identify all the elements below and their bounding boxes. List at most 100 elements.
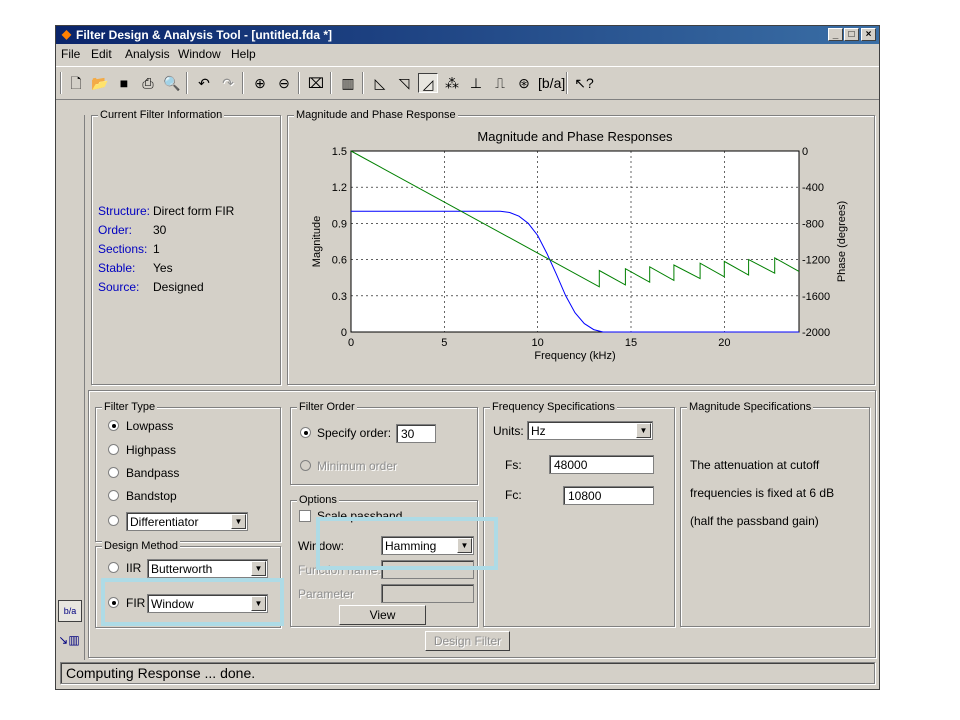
chevron-down-icon[interactable]: ▼ bbox=[457, 538, 472, 553]
fs-label: Fs: bbox=[505, 458, 522, 472]
toolbar-separator bbox=[362, 72, 364, 94]
matlab-icon: ◆ bbox=[61, 27, 72, 41]
y-tick-label: 1.2 bbox=[332, 182, 347, 194]
x-tick-label: 15 bbox=[625, 337, 637, 349]
title-bar[interactable]: ◆ Filter Design & Analysis Tool - [untit… bbox=[56, 26, 879, 44]
print-preview-icon[interactable]: 🔍 bbox=[162, 73, 182, 93]
chevron-down-icon[interactable]: ▼ bbox=[251, 561, 266, 576]
minimum-order-radio[interactable] bbox=[300, 460, 311, 471]
view-window-button[interactable]: View bbox=[339, 605, 426, 625]
window-title: Filter Design & Analysis Tool - [untitle… bbox=[76, 28, 333, 42]
fs-field[interactable]: 48000 bbox=[549, 455, 654, 474]
toolbar-separator bbox=[566, 72, 568, 94]
bandpass-label[interactable]: Bandpass bbox=[126, 466, 179, 480]
design-filter-button[interactable]: Design Filter bbox=[425, 631, 510, 651]
redo-icon[interactable]: ↷ bbox=[218, 73, 238, 93]
filter-order-group: Filter Order bbox=[290, 400, 478, 485]
lowpass-radio[interactable] bbox=[108, 420, 119, 431]
magnitude-phase-icon[interactable]: ◿ bbox=[418, 73, 438, 93]
open-icon[interactable]: 📂 bbox=[90, 73, 110, 93]
scale-passband-label[interactable]: Scale passband bbox=[317, 509, 402, 523]
mag-specs-text-3: (half the passband gain) bbox=[690, 514, 819, 528]
x-tick-label: 5 bbox=[441, 337, 447, 349]
fc-field[interactable]: 10800 bbox=[563, 486, 654, 505]
chevron-down-icon[interactable]: ▼ bbox=[231, 514, 246, 529]
fir-method-select[interactable]: Window ▼ bbox=[147, 594, 268, 613]
frequency-specs-group: Frequency Specifications bbox=[483, 400, 675, 627]
specify-order-radio[interactable] bbox=[300, 427, 311, 438]
other-type-radio[interactable] bbox=[108, 515, 119, 526]
window-value: Hamming bbox=[385, 539, 437, 553]
mag-specs-text-1: The attenuation at cutoff bbox=[690, 458, 820, 472]
highpass-label[interactable]: Highpass bbox=[126, 443, 176, 457]
chevron-down-icon[interactable]: ▼ bbox=[636, 423, 651, 438]
filter-specs-icon[interactable]: ▥ bbox=[338, 73, 358, 93]
y-tick-label: 0 bbox=[341, 327, 347, 339]
menu-bar: File Edit Analysis Window Help bbox=[56, 45, 879, 64]
stable-value: Yes bbox=[153, 261, 173, 275]
function-name-field[interactable] bbox=[381, 560, 474, 579]
toolbar-grip bbox=[60, 72, 62, 94]
step-response-icon[interactable]: ⎍ bbox=[490, 73, 510, 93]
print-icon[interactable]: ⎙ bbox=[138, 73, 158, 93]
source-label: Source: bbox=[98, 280, 140, 294]
order-field[interactable]: 30 bbox=[396, 424, 436, 443]
parameter-field[interactable] bbox=[381, 584, 474, 603]
bandstop-radio[interactable] bbox=[108, 490, 119, 501]
response-legend: Magnitude and Phase Response bbox=[294, 108, 458, 122]
design-method-legend: Design Method bbox=[102, 539, 180, 553]
chevron-down-icon[interactable]: ▼ bbox=[251, 596, 266, 611]
iir-radio[interactable] bbox=[108, 562, 119, 573]
zoom-out-icon[interactable]: ⊖ bbox=[274, 73, 294, 93]
bandpass-radio[interactable] bbox=[108, 467, 119, 478]
filter-coefficients-icon[interactable]: [b/a] bbox=[538, 73, 565, 93]
lowpass-label[interactable]: Lowpass bbox=[126, 419, 173, 433]
units-label: Units: bbox=[493, 424, 524, 438]
minimum-order-label[interactable]: Minimum order bbox=[317, 459, 397, 473]
maximize-button[interactable]: □ bbox=[844, 28, 859, 41]
impulse-response-icon[interactable]: ⊥ bbox=[466, 73, 486, 93]
sections-value: 1 bbox=[153, 242, 160, 256]
fir-label[interactable]: FIR bbox=[126, 596, 145, 610]
magnitude-phase-chart[interactable]: 0 5 10 15 20 0 0.3 0.6 0.9 1.2 1.5 0 -400 -800 -1200 -1… bbox=[288, 122, 874, 384]
y2-tick-label: 0 bbox=[802, 146, 808, 158]
pole-zero-icon[interactable]: ⊛ bbox=[514, 73, 534, 93]
order-label: Order: bbox=[98, 223, 133, 237]
sections-label: Sections: bbox=[98, 242, 148, 256]
whats-this-icon[interactable]: ↖? bbox=[574, 73, 594, 93]
specify-order-label[interactable]: Specify order: bbox=[317, 426, 391, 440]
scale-passband-checkbox[interactable] bbox=[299, 510, 311, 522]
current-filter-panel: Current Filter Information Structure: Di… bbox=[91, 108, 281, 385]
menu-help[interactable]: Help bbox=[231, 47, 256, 61]
design-filter-mode-icon[interactable]: b/a bbox=[58, 600, 82, 622]
y-tick-label: 0.9 bbox=[332, 218, 347, 230]
full-view-icon[interactable]: ⌧ bbox=[306, 73, 326, 93]
x-tick-label: 10 bbox=[532, 337, 544, 349]
iir-method-select[interactable]: Butterworth ▼ bbox=[147, 559, 268, 578]
parameter-label: Parameter bbox=[298, 587, 355, 601]
window-select[interactable]: Hamming ▼ bbox=[381, 536, 474, 555]
phase-response-icon[interactable]: ◹ bbox=[394, 73, 414, 93]
bandstop-label[interactable]: Bandstop bbox=[126, 489, 177, 503]
mag-specs-text-2: frequencies is fixed at 6 dB bbox=[690, 486, 835, 500]
undo-icon[interactable]: ↶ bbox=[194, 73, 214, 93]
menu-file[interactable]: File bbox=[61, 47, 80, 61]
group-delay-icon[interactable]: ⁂ bbox=[442, 73, 462, 93]
zoom-in-icon[interactable]: ⊕ bbox=[250, 73, 270, 93]
structure-value: Direct form FIR bbox=[153, 204, 235, 218]
highpass-radio[interactable] bbox=[108, 444, 119, 455]
toolbar-separator bbox=[242, 72, 244, 94]
save-icon[interactable]: ■ bbox=[114, 73, 134, 93]
import-filter-mode-icon[interactable]: ↘▥ bbox=[58, 628, 80, 652]
other-type-select[interactable]: Differentiator ▼ bbox=[126, 512, 248, 531]
new-icon[interactable]: 🗋 bbox=[66, 73, 86, 93]
menu-edit[interactable]: Edit bbox=[91, 47, 112, 61]
units-select[interactable]: Hz ▼ bbox=[527, 421, 653, 440]
minimize-button[interactable]: _ bbox=[828, 28, 843, 41]
menu-window[interactable]: Window bbox=[178, 47, 221, 61]
iir-label[interactable]: IIR bbox=[126, 561, 141, 575]
fir-radio[interactable] bbox=[108, 597, 119, 608]
magnitude-response-icon[interactable]: ◺ bbox=[370, 73, 390, 93]
close-button[interactable]: × bbox=[861, 28, 876, 41]
menu-analysis[interactable]: Analysis bbox=[125, 47, 170, 61]
